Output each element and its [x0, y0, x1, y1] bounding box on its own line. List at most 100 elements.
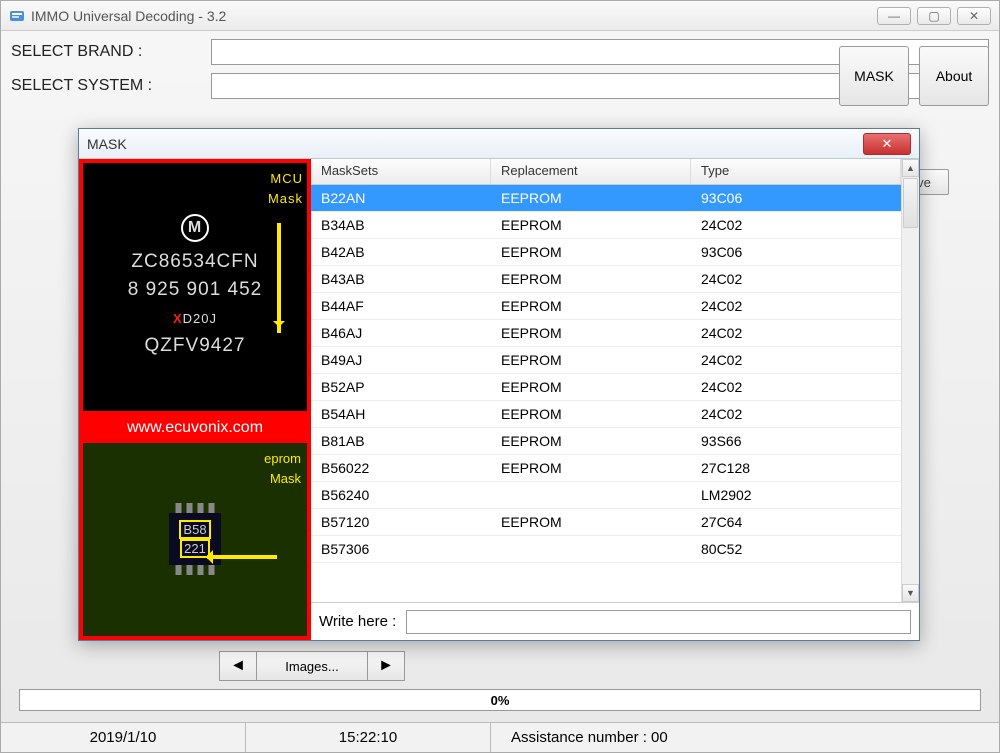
table-row[interactable]: B57120EEPROM27C64 — [311, 509, 901, 536]
cell-type: 93C06 — [691, 187, 901, 209]
write-here-input[interactable] — [406, 610, 911, 634]
mask-titlebar: MASK ✕ — [79, 129, 919, 159]
scroll-down-button[interactable]: ▼ — [902, 584, 919, 602]
app-icon — [9, 8, 25, 24]
app-title: IMMO Universal Decoding - 3.2 — [31, 8, 877, 24]
mask-title: MASK — [87, 136, 863, 152]
motorola-icon: M — [181, 214, 209, 242]
maximize-button[interactable]: ▢ — [917, 7, 951, 25]
mcu-mask-label: MCU Mask — [268, 167, 303, 207]
arrow-left-icon — [207, 555, 277, 559]
mask-table-panel: MaskSets Replacement Type B22ANEEPROM93C… — [311, 159, 919, 640]
images-nav: ◄ Images... ► — [219, 651, 405, 681]
minimize-button[interactable]: — — [877, 7, 911, 25]
status-bar: 2019/1/10 15:22:10 Assistance number : 0… — [1, 722, 999, 752]
table-row[interactable]: B46AJEEPROM24C02 — [311, 320, 901, 347]
table-row[interactable]: B57306 80C52 — [311, 536, 901, 563]
write-here-label: Write here : — [319, 613, 396, 630]
main-titlebar: IMMO Universal Decoding - 3.2 — ▢ ✕ — [1, 1, 999, 31]
cell-type: 80C52 — [691, 538, 901, 560]
table-row[interactable]: B43ABEEPROM24C02 — [311, 266, 901, 293]
mask-button[interactable]: MASK — [839, 46, 909, 106]
cell-replacement — [491, 546, 691, 552]
cell-type: 24C02 — [691, 322, 901, 344]
cell-type: 24C02 — [691, 403, 901, 425]
table-row[interactable]: B22ANEEPROM93C06 — [311, 185, 901, 212]
cell-maskset: B52AP — [311, 376, 491, 398]
select-brand-label: SELECT BRAND : — [11, 43, 211, 61]
table-row[interactable]: B49AJEEPROM24C02 — [311, 347, 901, 374]
cell-maskset: B44AF — [311, 295, 491, 317]
cell-replacement: EEPROM — [491, 403, 691, 425]
cell-maskset: B56240 — [311, 484, 491, 506]
cell-type: 27C128 — [691, 457, 901, 479]
cell-replacement: EEPROM — [491, 241, 691, 263]
table-row[interactable]: B42ABEEPROM93C06 — [311, 239, 901, 266]
cell-maskset: B34AB — [311, 214, 491, 236]
cell-maskset: B22AN — [311, 187, 491, 209]
cell-type: 24C02 — [691, 268, 901, 290]
write-here-row: Write here : — [311, 602, 919, 640]
col-replacement[interactable]: Replacement — [491, 159, 691, 184]
cell-type: 24C02 — [691, 376, 901, 398]
cell-replacement: EEPROM — [491, 187, 691, 209]
about-button[interactable]: About — [919, 46, 989, 106]
cell-type: 93C06 — [691, 241, 901, 263]
table-row[interactable]: B81ABEEPROM93S66 — [311, 428, 901, 455]
cell-replacement: EEPROM — [491, 511, 691, 533]
select-system-label: SELECT SYSTEM : — [11, 77, 211, 95]
scroll-thumb[interactable] — [903, 178, 918, 228]
arrow-down-icon — [265, 223, 281, 333]
col-masksets[interactable]: MaskSets — [311, 159, 491, 184]
chip-line-2: 8 925 901 452 — [128, 279, 263, 301]
prev-image-button[interactable]: ◄ — [219, 651, 257, 681]
status-assist: Assistance number : 00 — [491, 723, 999, 752]
table-row[interactable]: B52APEEPROM24C02 — [311, 374, 901, 401]
cell-replacement: EEPROM — [491, 457, 691, 479]
mask-table-header: MaskSets Replacement Type — [311, 159, 901, 185]
scroll-up-button[interactable]: ▲ — [902, 159, 919, 177]
table-row[interactable]: B56240LM2902 — [311, 482, 901, 509]
table-row[interactable]: B56022EEPROM27C128 — [311, 455, 901, 482]
chip-line-1: ZC86534CFN — [131, 251, 258, 273]
table-scrollbar[interactable]: ▲ ▼ — [901, 159, 919, 602]
cell-replacement — [491, 492, 691, 498]
cell-replacement: EEPROM — [491, 430, 691, 452]
cell-replacement: EEPROM — [491, 376, 691, 398]
table-row[interactable]: B54AHEEPROM24C02 — [311, 401, 901, 428]
images-label: Images... — [257, 651, 367, 681]
cell-maskset: B42AB — [311, 241, 491, 263]
status-date: 2019/1/10 — [1, 723, 246, 752]
mcu-chip-image: MCU Mask M ZC86534CFN 8 925 901 452 XD20… — [83, 163, 307, 411]
cell-replacement: EEPROM — [491, 349, 691, 371]
cell-type: 93S66 — [691, 430, 901, 452]
cell-maskset: B49AJ — [311, 349, 491, 371]
cell-type: 24C02 — [691, 295, 901, 317]
eprom-mask-label: eprom Mask — [264, 447, 301, 487]
chip-line-4: QZFV9427 — [145, 335, 246, 357]
cell-type: 24C02 — [691, 349, 901, 371]
mask-close-button[interactable]: ✕ — [863, 133, 911, 155]
status-time: 15:22:10 — [246, 723, 491, 752]
url-banner: www.ecuvonix.com — [83, 413, 307, 443]
scroll-track[interactable] — [902, 229, 919, 584]
cell-maskset: B56022 — [311, 457, 491, 479]
table-row[interactable]: B34ABEEPROM24C02 — [311, 212, 901, 239]
table-row[interactable]: B44AFEEPROM24C02 — [311, 293, 901, 320]
cell-maskset: B43AB — [311, 268, 491, 290]
close-button[interactable]: ✕ — [957, 7, 991, 25]
eprom-chip-image: eprom Mask B58 221 — [83, 443, 307, 636]
cell-maskset: B57306 — [311, 538, 491, 560]
cell-type: 24C02 — [691, 214, 901, 236]
cell-replacement: EEPROM — [491, 268, 691, 290]
col-type[interactable]: Type — [691, 159, 901, 184]
cell-maskset: B46AJ — [311, 322, 491, 344]
mask-table-rows: B22ANEEPROM93C06B34ABEEPROM24C02B42ABEEP… — [311, 185, 901, 563]
cell-maskset: B81AB — [311, 430, 491, 452]
cell-replacement: EEPROM — [491, 295, 691, 317]
cell-maskset: B54AH — [311, 403, 491, 425]
mask-side-image: MCU Mask M ZC86534CFN 8 925 901 452 XD20… — [79, 159, 311, 640]
cell-type: 27C64 — [691, 511, 901, 533]
next-image-button[interactable]: ► — [367, 651, 405, 681]
chip-line-3: XD20J — [173, 307, 217, 329]
